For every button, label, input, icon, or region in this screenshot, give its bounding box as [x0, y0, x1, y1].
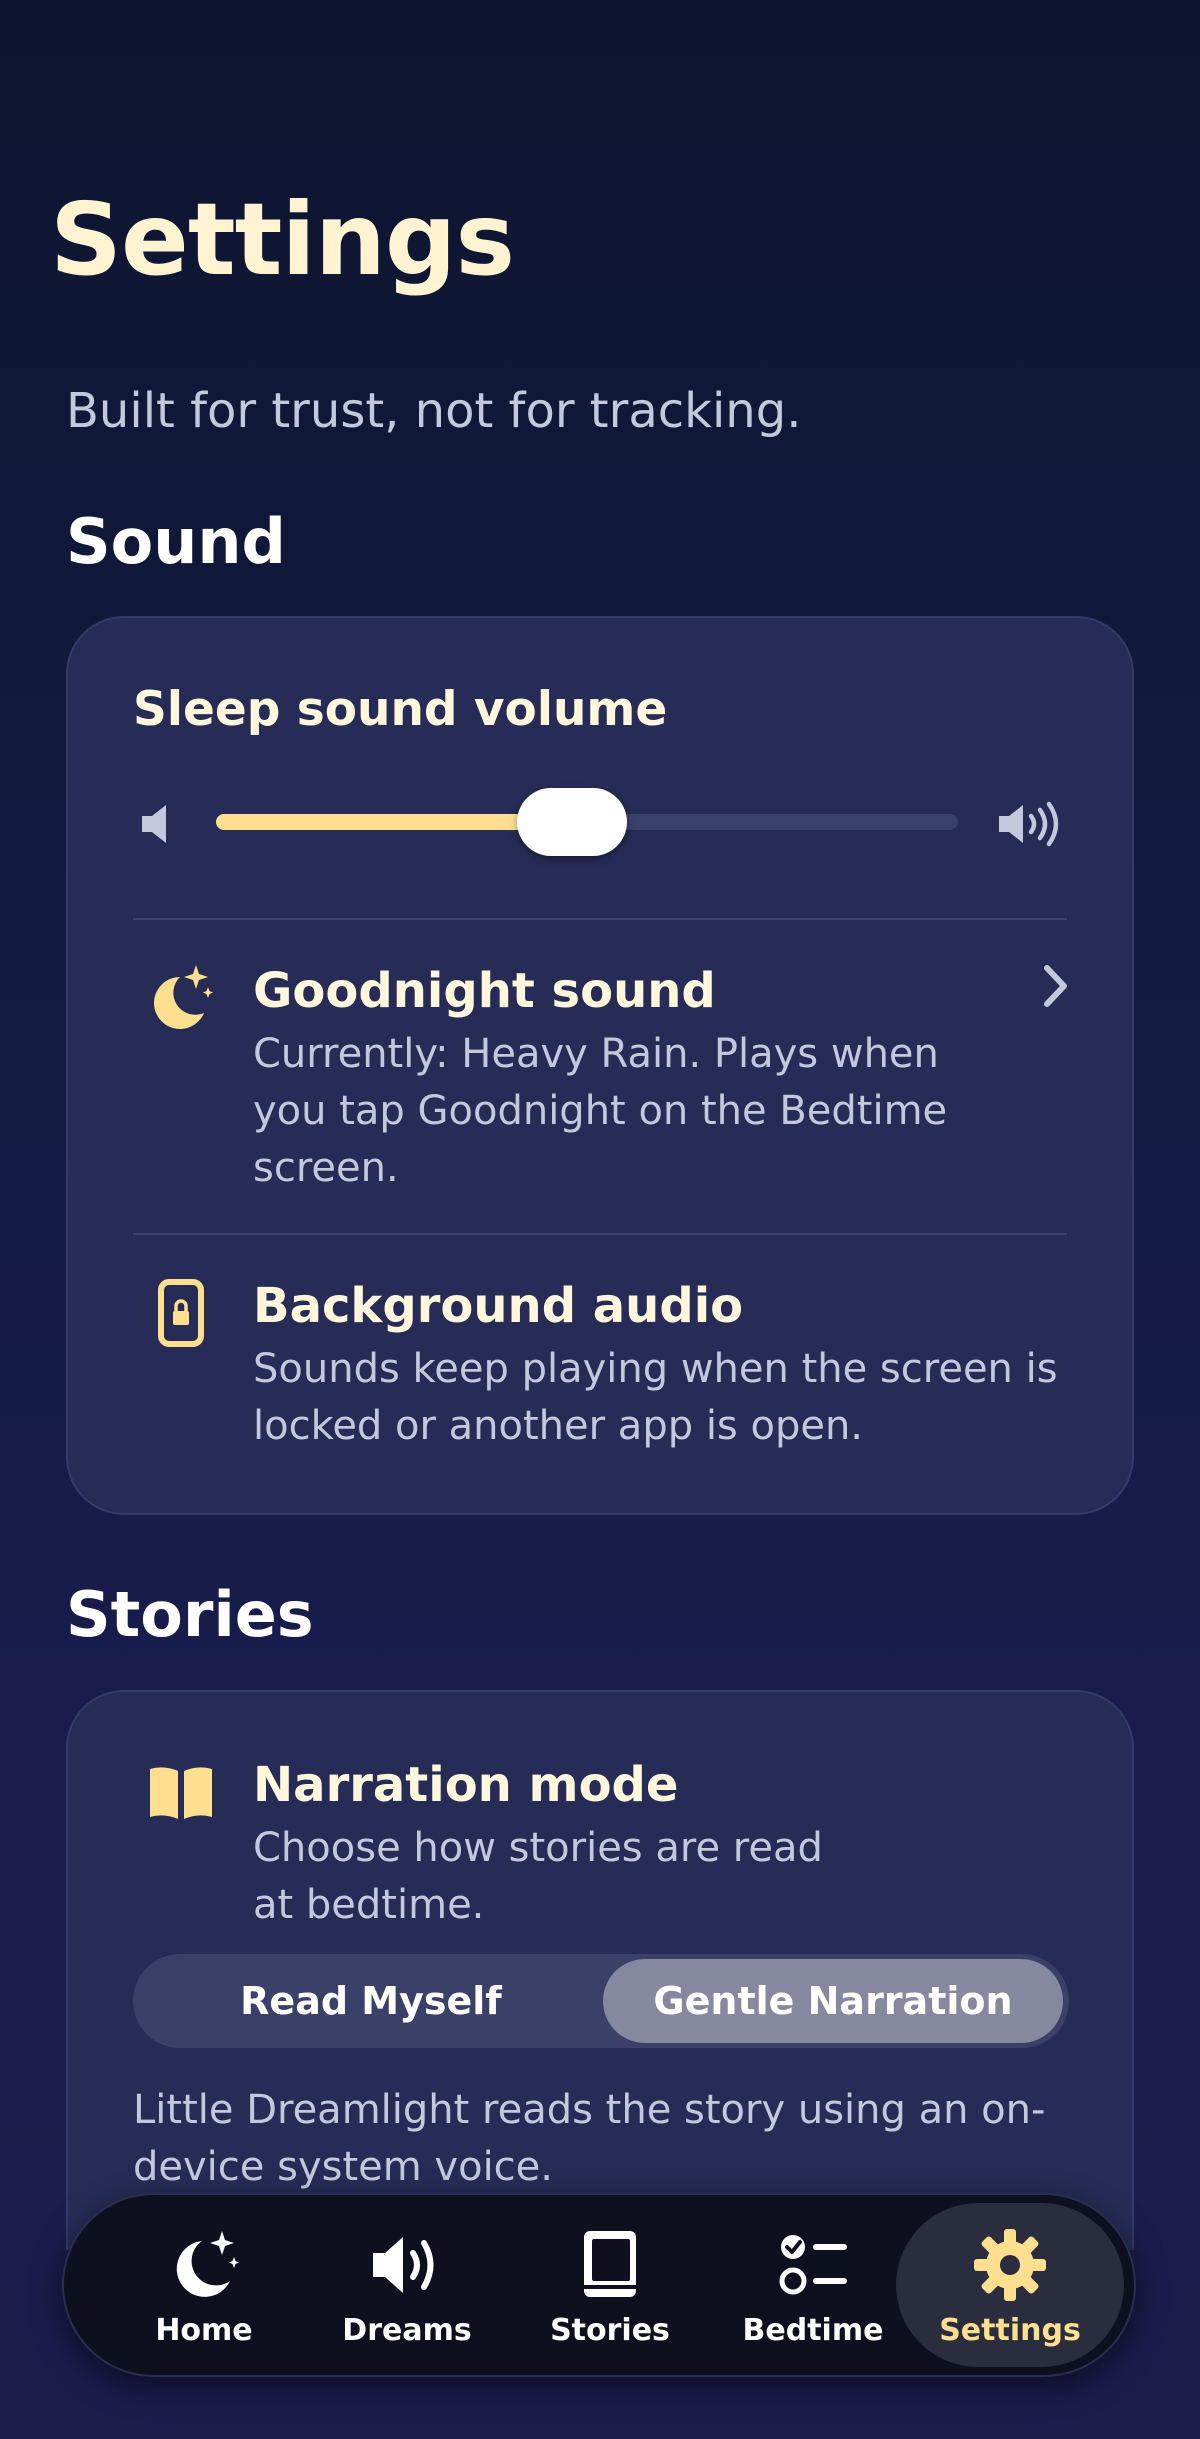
tab-stories[interactable]: Stories — [510, 2195, 710, 2375]
segment-gentle-narration[interactable]: Gentle Narration — [603, 1959, 1063, 2043]
narration-mode-segmented-control: Read Myself Gentle Narration — [133, 1954, 1069, 2048]
volume-label: Sleep sound volume — [133, 682, 668, 737]
page-tagline: Built for trust, not for tracking. — [66, 383, 802, 439]
slider-thumb[interactable] — [517, 788, 628, 856]
narration-note: Little Dreamlight reads the story using … — [133, 2087, 1046, 2190]
moon-stars-icon — [176, 2231, 239, 2297]
book-icon — [584, 2231, 636, 2297]
tab-dreams[interactable]: Dreams — [307, 2195, 507, 2375]
sound-card: Sleep sound volume Goodnight sound Curre… — [66, 616, 1134, 1515]
tab-bedtime[interactable]: Bedtime — [713, 2195, 913, 2375]
tab-label: Stories — [550, 2313, 670, 2348]
section-heading-stories: Stories — [66, 1578, 314, 1651]
tab-label: Settings — [939, 2313, 1081, 2348]
tab-bar: Home Dreams Stories Bedtime Settings — [62, 2193, 1136, 2377]
speaker-low-icon — [142, 805, 166, 843]
tab-home[interactable]: Home — [104, 2195, 304, 2375]
narration-mode-description: Choose how stories are read at bedtime. — [253, 1825, 823, 1928]
goodnight-sound-description: Currently: Heavy Rain. Plays when you ta… — [253, 1031, 948, 1191]
section-heading-sound: Sound — [66, 505, 286, 578]
tab-label: Bedtime — [742, 2313, 884, 2348]
speaker-high-icon — [999, 801, 1059, 847]
background-audio-title: Background audio — [253, 1278, 744, 1334]
gear-icon — [974, 2229, 1046, 2301]
chevron-right-icon[interactable] — [1040, 963, 1070, 1009]
open-book-icon — [150, 1767, 212, 1819]
lock-phone-icon — [158, 1279, 204, 1347]
divider — [133, 1233, 1067, 1235]
goodnight-sound-title: Goodnight sound — [253, 963, 716, 1019]
tab-label: Dreams — [342, 2313, 472, 2348]
tab-settings[interactable]: Settings — [896, 2203, 1124, 2367]
checklist-icon — [779, 2235, 847, 2295]
narration-mode-title: Narration mode — [253, 1757, 679, 1813]
stories-card: Narration mode Choose how stories are re… — [66, 1690, 1134, 2250]
segment-read-myself[interactable]: Read Myself — [141, 1959, 601, 2043]
page-title: Settings — [50, 181, 515, 298]
background-audio-description: Sounds keep playing when the screen is l… — [253, 1346, 1058, 1449]
volume-slider[interactable] — [216, 788, 958, 856]
tab-label: Home — [155, 2313, 253, 2348]
divider — [133, 918, 1067, 920]
moon-sparkle-icon — [154, 965, 213, 1029]
speaker-wave-icon — [373, 2237, 434, 2293]
